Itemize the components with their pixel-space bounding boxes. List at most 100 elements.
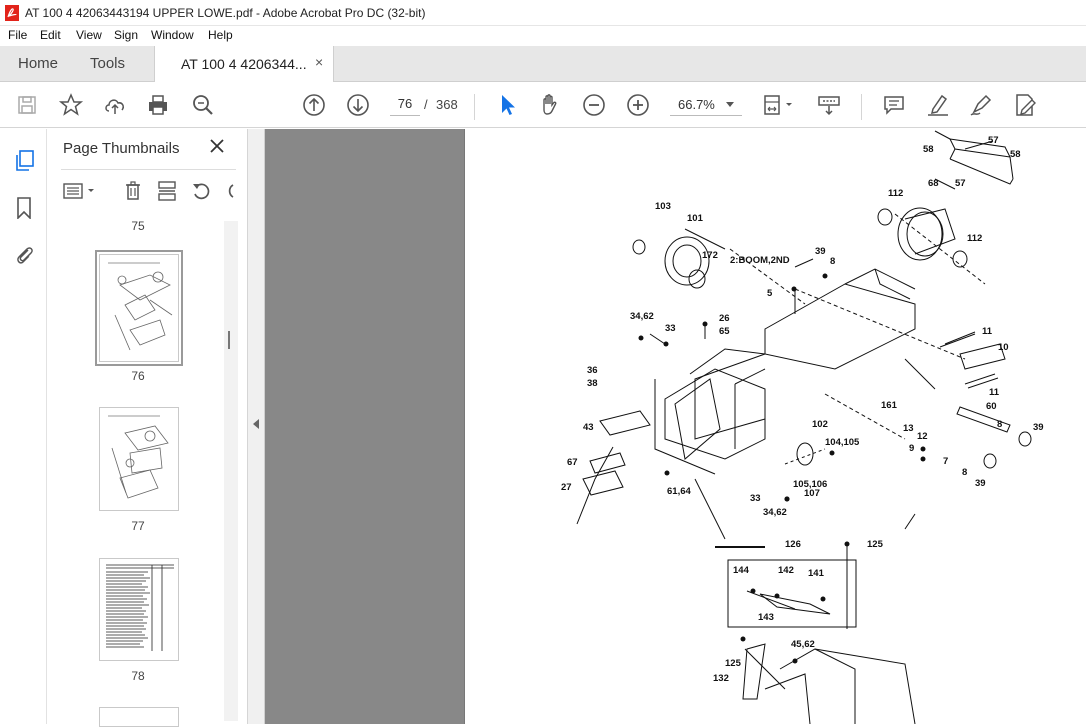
menu-help[interactable]: Help (208, 28, 233, 42)
upload-icon[interactable] (102, 92, 128, 118)
thumbnail-page-77[interactable] (99, 407, 179, 511)
delete-icon[interactable] (123, 181, 143, 201)
callout-label: 2:BOOM,2ND (730, 255, 790, 266)
menu-file[interactable]: File (8, 28, 27, 42)
zoom-out-icon[interactable] (581, 92, 607, 118)
callout-label: 10 (998, 342, 1009, 353)
callout-label: 34,62 (630, 311, 654, 322)
save-icon[interactable] (14, 92, 40, 118)
callout-label: 101 (687, 213, 704, 224)
callout-label: 38 (587, 378, 598, 389)
callout-label: 126 (785, 539, 801, 550)
callout-label: 65 (719, 326, 730, 337)
rotate-cw-icon[interactable] (223, 181, 235, 201)
next-page-icon[interactable] (345, 92, 371, 118)
callout-label: 7 (943, 456, 948, 467)
callout-label: 36 (587, 365, 598, 376)
menu-bar: File Edit View Sign Window Help (0, 26, 1086, 46)
toolbar: / 368 66.7% (0, 82, 1086, 128)
thumbnail-page-79[interactable] (99, 707, 179, 727)
thumbnail-page-76[interactable] (95, 250, 183, 366)
menu-window[interactable]: Window (151, 28, 194, 42)
tab-bar: Home Tools AT 100 4 4206344... × (0, 46, 1086, 83)
cursor-arrow-icon[interactable] (494, 92, 520, 118)
callout-label: 57 (988, 135, 999, 146)
highlight-icon[interactable] (925, 92, 951, 118)
scrollbar-thumb[interactable] (228, 331, 230, 349)
tab-document-label: AT 100 4 4206344... (181, 56, 307, 72)
panel-collapse-strip[interactable] (248, 129, 265, 724)
callout-label: 103 (655, 201, 671, 212)
callout-label: 8 (962, 467, 967, 478)
page-number-input[interactable] (390, 92, 420, 116)
callout-label: 9 (909, 443, 914, 454)
left-rail (0, 129, 47, 724)
close-icon[interactable] (209, 138, 225, 154)
tab-tools[interactable]: Tools (90, 46, 125, 82)
callout-label: 11 (989, 387, 1000, 398)
close-tab-icon[interactable]: × (315, 54, 323, 70)
callout-label: 58 (923, 144, 934, 155)
menu-view[interactable]: View (76, 28, 102, 42)
callout-label: 27 (561, 482, 572, 493)
zoom-select[interactable]: 66.7% (670, 94, 742, 116)
callout-label: 33 (665, 323, 676, 334)
callout-label: 45,62 (791, 639, 815, 650)
thumbnail-scrollbar[interactable] (224, 221, 238, 721)
callout-label: 39 (1033, 422, 1044, 433)
thumbnail-image (108, 415, 169, 499)
print-icon[interactable] (145, 92, 171, 118)
star-icon[interactable] (58, 92, 84, 118)
collapse-arrow-icon[interactable] (253, 419, 259, 429)
comment-icon[interactable] (881, 92, 907, 118)
insert-page-icon[interactable] (157, 181, 177, 201)
scroll-mode-icon[interactable] (816, 92, 842, 118)
document-area[interactable]: 57 58 58 57 68 112 112 103 101 39 8 172 2:BOOM,2ND 5 3… (265, 129, 1086, 725)
menu-edit[interactable]: Edit (40, 28, 61, 42)
thumbnail-panel: Page Thumbnails 75 76 77 78 (47, 129, 248, 727)
callout-label: 11 (982, 326, 993, 337)
callout-label: 141 (808, 568, 825, 579)
chevron-down-icon (726, 102, 734, 107)
tab-home[interactable]: Home (18, 46, 58, 82)
page-total: 368 (436, 97, 458, 112)
zoom-in-icon[interactable] (625, 92, 651, 118)
callout-label: 161 (881, 400, 898, 411)
tab-document[interactable]: AT 100 4 4206344... × (154, 46, 334, 83)
callout-label: 5 (767, 288, 773, 299)
bookmark-icon[interactable] (16, 197, 32, 219)
fill-sign-icon[interactable] (1012, 92, 1038, 118)
menu-sign[interactable]: Sign (114, 28, 138, 42)
prev-page-icon[interactable] (301, 92, 327, 118)
title-bar: AT 100 4 42063443194 UPPER LOWE.pdf - Ad… (0, 0, 1086, 26)
thumbnail-number: 75 (131, 219, 145, 233)
callout-label: 143 (758, 612, 774, 623)
panel-divider (61, 169, 236, 170)
zoom-search-icon[interactable] (190, 92, 216, 118)
rotate-icon[interactable] (191, 181, 211, 201)
document-page: 57 58 58 57 68 112 112 103 101 39 8 172 2:BOOM,2ND 5 3… (464, 129, 1086, 725)
thumbnail-page-78[interactable] (99, 558, 179, 661)
callout-label: 68 (928, 178, 939, 189)
callout-label: 13 (903, 423, 914, 434)
toolbar-divider (474, 94, 475, 120)
page-separator: / (424, 97, 428, 112)
thumbnail-options-icon[interactable] (63, 181, 99, 201)
acrobat-logo-icon (5, 5, 19, 21)
fit-page-icon[interactable] (760, 92, 796, 118)
callout-label: 107 (804, 488, 820, 499)
callout-label: 57 (955, 178, 966, 189)
toolbar-divider (861, 94, 862, 120)
page-thumbnails-icon[interactable] (15, 150, 35, 172)
callout-label: 67 (567, 457, 578, 468)
callout-label: 125 (725, 658, 742, 669)
draw-icon[interactable] (968, 92, 994, 118)
callout-label: 26 (719, 313, 730, 324)
callout-label: 58 (1010, 149, 1021, 160)
attachment-icon[interactable] (14, 243, 34, 265)
callout-label: 112 (967, 233, 982, 244)
thumbnail-image (108, 262, 173, 351)
window-title: AT 100 4 42063443194 UPPER LOWE.pdf - Ad… (25, 6, 426, 20)
hand-icon[interactable] (537, 92, 563, 118)
callout-label: 61,64 (667, 486, 691, 497)
